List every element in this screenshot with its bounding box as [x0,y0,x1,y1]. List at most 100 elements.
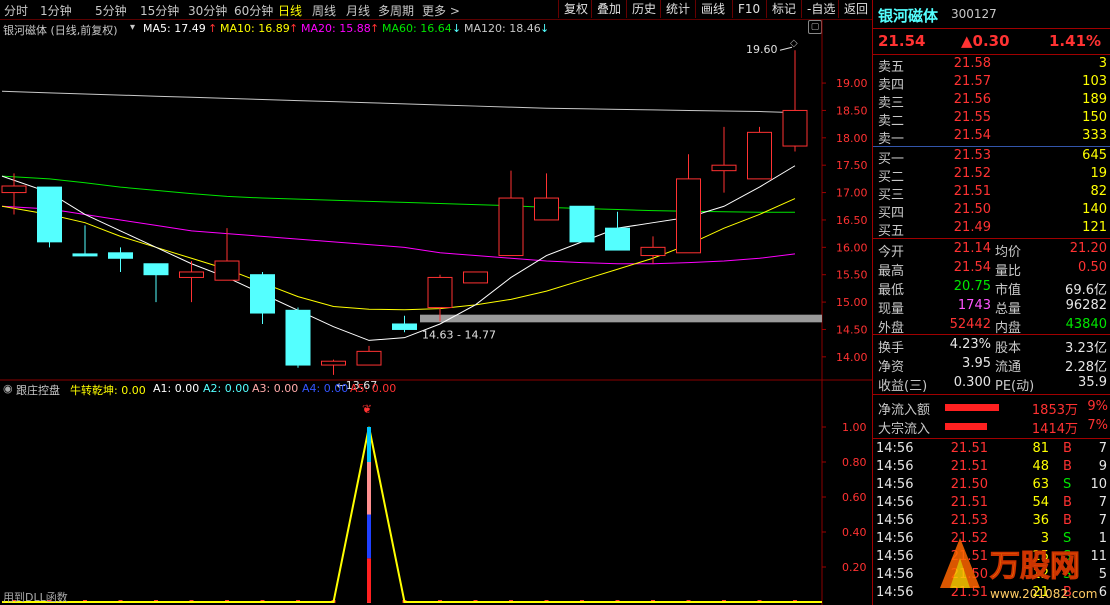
candle[interactable] [463,271,488,284]
indicator-series-3: A3: 0.00 [252,382,299,395]
candle[interactable] [1,173,27,215]
candle[interactable] [143,263,169,303]
stat-value: 43840 [1065,317,1107,332]
tick-volume: 81 [1032,441,1049,456]
fund-label: 流通 [995,360,1022,375]
indicator-header: ◉ 跟庄控盘 牛转乾坤: 0.00 A1: 0.00 A2: 0.00 A3: … [0,382,822,398]
stat-value: 21.20 [1069,241,1107,256]
bid-price: 21.52 [953,166,991,181]
ask-volume: 189 [1082,92,1107,107]
tick-time: 14:56 [876,441,914,456]
ask-price: 21.54 [953,128,991,143]
fund-label: 收益(三) [878,379,928,394]
ask-volume: 3 [1098,56,1107,71]
indicator-tick-label: 0.20 [842,561,867,574]
ask-label: 卖一 [878,132,905,147]
indicator-tick-label: 1.00 [842,421,867,434]
indicator-title: 跟庄控盘 [16,384,60,397]
candle[interactable] [250,271,275,324]
flow-pct: 9% [1087,399,1108,414]
settings-circle-icon[interactable]: ◉ [3,382,13,395]
bid-label: 买二 [878,170,905,185]
y-tick-label: 16.00 [836,241,868,254]
ask-volume: 333 [1082,128,1107,143]
bid-label: 买四 [878,206,905,221]
tick-count: 9 [1098,459,1107,474]
candle[interactable] [569,205,595,243]
ask-label: 卖二 [878,114,905,129]
price-change: ▲0.30 [961,32,1010,50]
y-tick-label: 18.50 [836,104,868,117]
stat-label: 总量 [995,302,1022,317]
candle[interactable] [214,228,240,281]
y-tick-label: 16.50 [836,214,868,227]
tick-side: B [1063,495,1072,510]
tick-time: 14:56 [876,585,914,600]
bid-label: 买一 [878,152,905,167]
flow-pct: 7% [1087,418,1108,433]
candle[interactable] [640,236,666,264]
candle[interactable] [37,186,62,248]
bid-price: 21.51 [953,184,991,199]
stat-value: 20.75 [953,279,991,294]
stock-name: 银河磁体 [878,7,939,25]
candle[interactable] [285,307,311,368]
flow-label: 大宗流入 [878,422,931,437]
fund-label: 净资 [878,360,905,375]
candle[interactable] [534,173,559,221]
fund-value: 0.300 [953,375,991,390]
ask-price: 21.55 [953,110,991,125]
y-tick-label: 14.00 [836,351,868,364]
stat-label: 均价 [995,245,1022,260]
ask-volume: 150 [1082,110,1107,125]
tick-price: 21.50 [950,477,988,492]
candle[interactable] [747,126,772,180]
bid-label: 买五 [878,224,905,239]
flow-bar [945,404,999,411]
bid-price: 21.49 [953,220,991,235]
bid-price: 21.50 [953,202,991,217]
y-tick-label: 17.50 [836,159,868,172]
ask-label: 卖五 [878,60,905,75]
stat-label: 内盘 [995,321,1022,336]
flow-label: 净流入额 [878,403,931,418]
fund-label: 换手 [878,341,905,356]
indicator-series-5: A5: 0.00 [350,382,397,395]
stat-value: 21.54 [953,260,991,275]
tick-side: B [1063,459,1072,474]
quote-panel: 银河磁体 300127 21.54 ▲0.30 1.41% 卖五 21.58 3 卖四… [872,0,1110,605]
y-tick-label: 15.00 [836,296,868,309]
candle[interactable] [782,50,808,152]
candle[interactable] [392,315,417,333]
indicator-series-2: A2: 0.00 [203,382,250,395]
indicator-panel: 1.00 0.80 0.60 0.40 0.20 ❦ [2,402,867,603]
candle[interactable] [356,345,382,366]
tick-price: 21.51 [950,459,988,474]
candles [1,50,808,375]
candle[interactable] [676,154,701,254]
tick-count: 7 [1098,495,1107,510]
bid-volume: 121 [1082,220,1107,235]
tick-count: 10 [1090,477,1107,492]
chart-grid [0,20,872,605]
y-tick-label: 19.00 [836,77,868,90]
ask-volume: 103 [1082,74,1107,89]
candle[interactable] [498,170,524,257]
candle[interactable] [72,225,98,257]
candle[interactable] [427,274,453,322]
fund-label: 股本 [995,341,1022,356]
ask-price: 21.56 [953,92,991,107]
candle[interactable] [711,126,737,193]
price-change-pct: 1.41% [1049,32,1102,50]
candle[interactable] [321,359,346,375]
ask-price: 21.57 [953,74,991,89]
stat-value: 69.6亿 [1065,283,1107,298]
watermark-logo-icon [940,538,980,588]
candle[interactable] [108,247,133,272]
stat-value: 1743 [957,298,991,313]
stock-code: 300127 [951,7,997,21]
kline-chart[interactable]: 19.00 18.50 18.00 17.50 17.00 16.50 16.00 15.50… [0,0,872,605]
watermark-brand: 万股网 [990,549,1080,584]
candle[interactable] [605,211,630,251]
bid-volume: 645 [1082,148,1107,163]
